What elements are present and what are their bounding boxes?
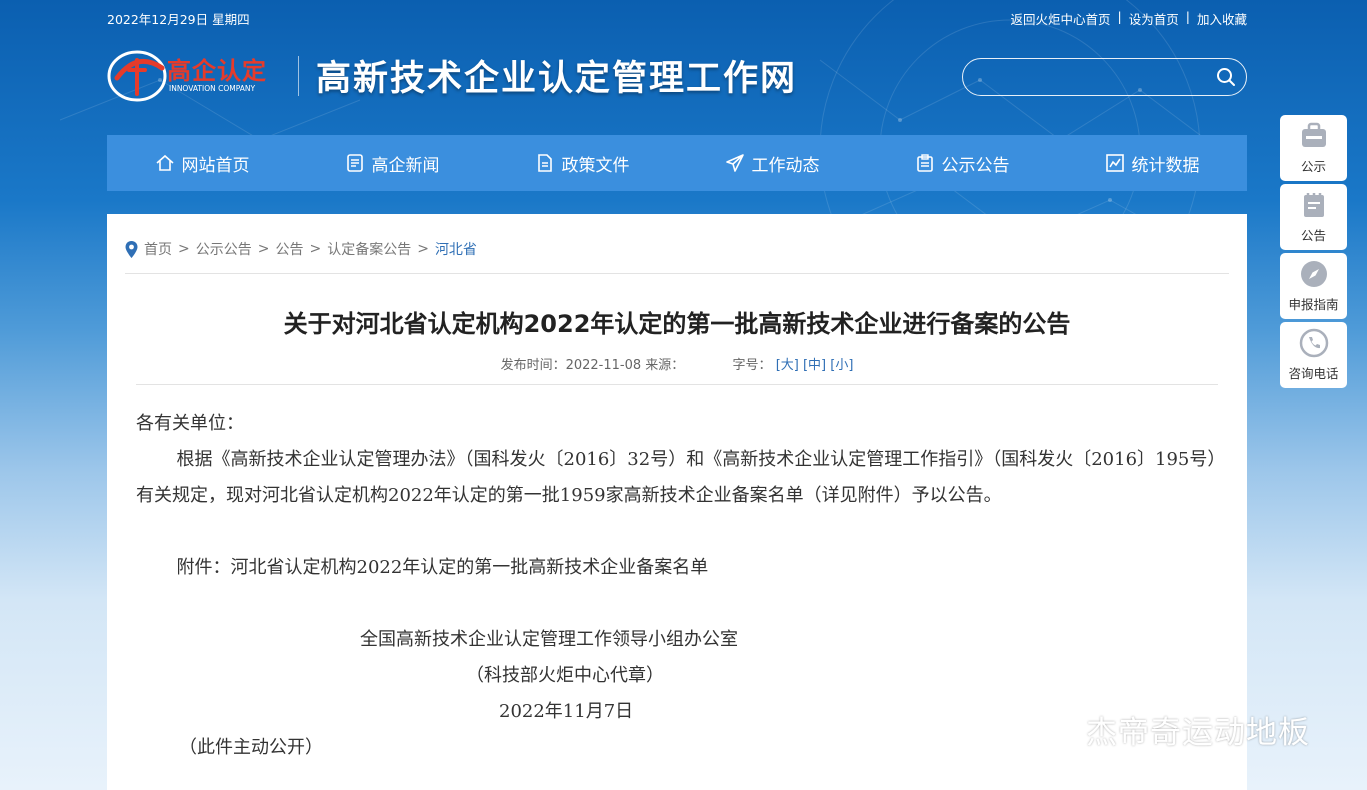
salutation: 各有关单位： <box>136 413 244 434</box>
nav-item-work[interactable]: 工作动态 <box>677 135 867 191</box>
nav-item-statistics[interactable]: 统计数据 <box>1057 135 1247 191</box>
breadcrumb-filing-notice[interactable]: 认定备案公告 <box>327 239 411 259</box>
signing-organization: 全国高新技术企业认定管理工作领导小组办公室 <box>360 629 738 650</box>
paper-plane-icon <box>725 154 744 172</box>
side-tool-label: 公告 <box>1300 228 1326 243</box>
breadcrumb-separator: > <box>178 241 190 257</box>
font-small-button[interactable]: [小] <box>830 358 853 373</box>
link-separator: | <box>1185 9 1190 24</box>
side-tool-label: 咨询电话 <box>1288 366 1339 381</box>
divider <box>125 273 1229 274</box>
body-paragraph: 根据《高新技术企业认定管理办法》（国科发火〔2016〕32号）和《高新技术企业认… <box>136 449 1217 506</box>
briefcase-icon <box>1301 122 1326 147</box>
logo-divider <box>298 56 299 96</box>
breadcrumb-separator: > <box>257 241 270 257</box>
side-tool-label: 申报指南 <box>1288 297 1339 312</box>
top-links: 返回火炬中心首页 | 设为首页 | 加入收藏 <box>1011 9 1247 28</box>
home-icon <box>155 154 174 171</box>
article-title: 关于对河北省认定机构2022年认定的第一批高新技术企业进行备案的公告 <box>283 310 1071 338</box>
nav-label: 网站首页 <box>181 155 250 176</box>
breadcrumb: 首页 > 公示公告 > 公告 > 认定备案公告 > 河北省 <box>125 239 477 259</box>
watermark-text: 杰帝奇运动地板 <box>1086 714 1310 751</box>
nav-item-policy[interactable]: 政策文件 <box>487 135 677 191</box>
compass-icon <box>1300 261 1327 287</box>
return-torch-home-link[interactable]: 返回火炬中心首页 <box>1011 9 1111 28</box>
link-separator: | <box>1117 9 1122 24</box>
notepad-icon <box>1303 193 1324 217</box>
nav-item-home[interactable]: 网站首页 <box>107 135 297 191</box>
news-icon <box>346 154 363 172</box>
article-meta: 发布时间：2022-11-08 来源： 字号： [大] [中] [小] <box>107 354 1247 373</box>
chart-icon <box>1105 154 1124 172</box>
logo-emblem-icon <box>107 50 167 102</box>
logo-subtext: INNOVATION COMPANY <box>169 84 256 93</box>
side-tool-guide[interactable]: 申报指南 <box>1280 253 1347 319</box>
breadcrumb-current[interactable]: 河北省 <box>435 239 477 259</box>
logo-text: 高企认定 <box>167 57 267 85</box>
location-pin-icon <box>125 240 138 258</box>
top-bar: 2022年12月29日 星期四 返回火炬中心首页 | 设为首页 | 加入收藏 <box>107 9 1247 27</box>
search-box <box>962 58 1247 96</box>
publish-info: 发布时间：2022-11-08 来源： <box>500 358 685 373</box>
font-medium-button[interactable]: [中] <box>803 358 826 373</box>
breadcrumb-separator: > <box>309 241 322 257</box>
site-logo[interactable]: 高企认定 INNOVATION COMPANY <box>107 46 282 104</box>
breadcrumb-public-notice[interactable]: 公示公告 <box>196 239 252 259</box>
side-tool-public[interactable]: 公示 <box>1280 115 1347 181</box>
search-input[interactable] <box>977 66 1207 88</box>
nav-label: 工作动态 <box>751 155 820 176</box>
nav-item-news[interactable]: 高企新闻 <box>297 135 487 191</box>
nav-label: 统计数据 <box>1131 155 1200 176</box>
breadcrumb-home[interactable]: 首页 <box>144 239 172 259</box>
watermark: 杰帝奇运动地板 <box>1020 706 1310 752</box>
side-tool-phone[interactable]: 咨询电话 <box>1280 322 1347 388</box>
current-date: 2022年12月29日 星期四 <box>107 12 250 27</box>
wechat-icon <box>1022 708 1075 749</box>
site-title: 高新技术企业认定管理工作网 <box>316 59 798 99</box>
main-nav: 网站首页 高企新闻 政策文件 工作动态 公示公告 统计数据 <box>107 135 1247 191</box>
add-favorite-link[interactable]: 加入收藏 <box>1197 9 1247 28</box>
article-panel: 首页 > 公示公告 > 公告 > 认定备案公告 > 河北省 关于对河北省认定机构… <box>107 214 1247 790</box>
document-icon <box>537 154 552 172</box>
nav-label: 公示公告 <box>941 155 1010 176</box>
nav-item-notice[interactable]: 公示公告 <box>867 135 1057 191</box>
nav-label: 高企新闻 <box>371 155 440 176</box>
set-homepage-link[interactable]: 设为首页 <box>1129 9 1179 28</box>
font-size-label: 字号： <box>732 358 772 373</box>
signing-seal: （科技部火炬中心代章） <box>466 665 664 686</box>
breadcrumb-notice[interactable]: 公告 <box>275 239 303 259</box>
search-icon[interactable] <box>1216 67 1236 87</box>
font-large-button[interactable]: [大] <box>776 358 799 373</box>
attachment-link[interactable]: 附件：河北省认定机构2022年认定的第一批高新技术企业备案名单 <box>136 550 1220 586</box>
divider <box>136 384 1218 385</box>
side-tool-announce[interactable]: 公告 <box>1280 184 1347 250</box>
phone-icon <box>1299 328 1328 358</box>
clipboard-icon <box>916 154 933 172</box>
breadcrumb-separator: > <box>417 241 429 257</box>
side-tool-label: 公示 <box>1300 159 1326 174</box>
nav-label: 政策文件 <box>561 155 630 176</box>
